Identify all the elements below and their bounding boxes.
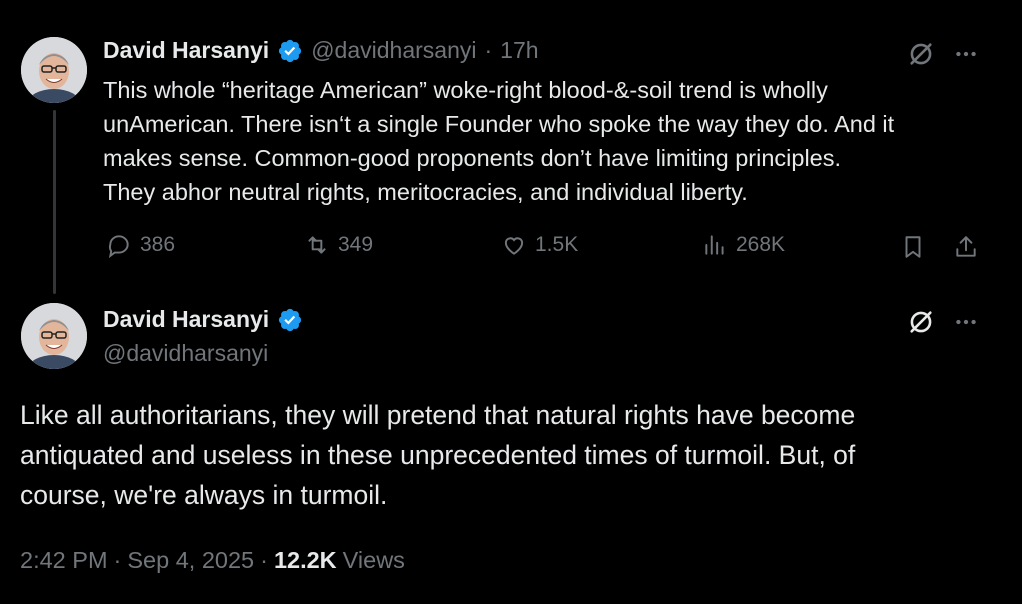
more-icon[interactable] [950,306,982,338]
like-icon [504,237,524,255]
avatar[interactable] [21,303,87,369]
avatar[interactable] [21,37,87,103]
separator: · [484,37,493,63]
parent-header: David Harsanyi @davidharsanyi · 17h [103,37,539,64]
separator: · [260,547,268,573]
like-button[interactable]: 1.5K [501,232,578,258]
bookmark-icon[interactable] [899,232,927,262]
main-tweet-text: Like all authoritarians, they will prete… [20,395,1005,515]
share-icon[interactable] [952,232,980,262]
view-count: 12.2K [273,547,337,573]
text-line: Like all authoritarians, they will prete… [20,400,856,430]
more-icon[interactable] [950,38,982,70]
display-name[interactable]: David Harsanyi [103,37,269,64]
verified-badge-icon [279,39,302,62]
reply-count: 386 [140,233,176,256]
parent-tweet-text: This whole “heritage American” woke-righ… [103,73,1003,209]
time-ago[interactable]: 17h [500,37,538,64]
main-header: David Harsanyi [103,306,303,333]
handle[interactable]: @davidharsanyi [103,340,268,367]
grok-icon[interactable] [905,38,937,70]
tweet-date[interactable]: Sep 4, 2025 [127,547,254,574]
views-icon [705,235,724,255]
repost-count: 349 [338,233,374,256]
handle[interactable]: @davidharsanyi [311,37,476,64]
separator: · [113,547,122,573]
text-line: This whole “heritage American” woke-righ… [103,77,828,103]
views-label: Views [342,547,405,573]
text-line: They abhor neutral rights, meritocracies… [103,179,748,205]
views-count: 268K [736,233,786,256]
text-line: course, we're always in turmoil. [20,480,388,510]
like-count: 1.5K [535,233,579,256]
text-line: antiquated and useless in these unpreced… [20,440,856,470]
display-name[interactable]: David Harsanyi [103,306,269,333]
grok-icon[interactable] [905,306,937,338]
verified-badge-icon [279,308,302,331]
reply-button[interactable]: 386 [106,232,175,258]
tweet-time[interactable]: 2:42 PM [20,547,108,574]
text-line: makes sense. Common-good proponents don’… [103,145,842,171]
tweet-meta: 2:42 PM · Sep 4, 2025 · 12.2K Views [20,547,405,574]
repost-icon [308,236,326,254]
repost-button[interactable]: 349 [304,232,373,258]
reply-icon [108,235,129,258]
views-button[interactable]: 268K [702,232,785,258]
thread-line [53,110,56,294]
text-line: unAmerican. There isn‘t a single Founder… [103,111,895,137]
